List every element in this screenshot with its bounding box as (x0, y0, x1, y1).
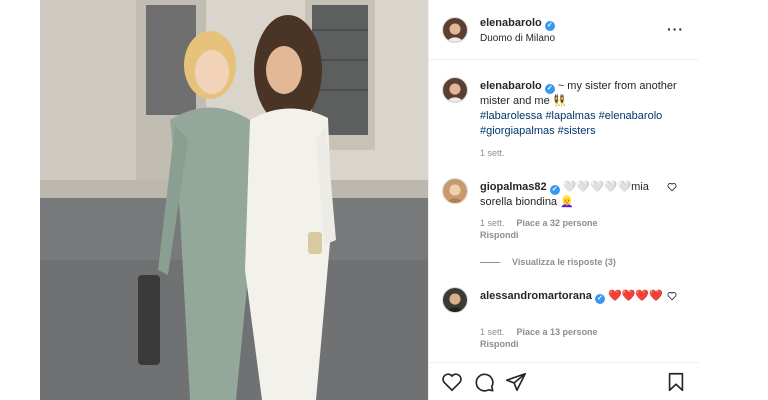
caption-text-block: elenabarolo ✓ ~ my sister from another mi… (480, 79, 685, 139)
comment-text-block: giopalmas82 ✓ 🤍🤍🤍🤍🤍mia sorella biondina 👱… (480, 180, 665, 210)
verified-badge-icon: ✓ (544, 84, 555, 94)
verified-badge-icon: ✓ (544, 21, 555, 31)
photo-illustration (40, 0, 428, 400)
author-username[interactable]: elenabarolo ✓ (480, 17, 555, 31)
view-replies-button[interactable]: Visualizza le risposte (3) (480, 257, 616, 267)
post-sidebar: elenabarolo ✓ Duomo di Milano ··· elenaba… (428, 0, 699, 400)
verified-badge-icon: ✓ (549, 185, 560, 195)
caption-author-avatar[interactable] (442, 77, 468, 103)
heart-icon[interactable] (441, 371, 463, 393)
post-photo[interactable] (40, 0, 428, 400)
caption-timestamp[interactable]: 1 sett. (480, 148, 505, 158)
commenter-username[interactable]: alessandromartorana ✓ (480, 290, 605, 304)
comment-icon[interactable] (473, 371, 495, 393)
comment-meta: 1 sett. Piace a 13 persone (480, 327, 610, 337)
bookmark-icon[interactable] (665, 371, 687, 393)
comment-likes[interactable]: Piace a 32 persone (517, 218, 598, 228)
divider-line (480, 262, 500, 264)
reply-button[interactable]: Rispondi (480, 339, 519, 349)
commenter-avatar[interactable] (442, 178, 468, 204)
more-options-icon[interactable]: ··· (667, 22, 684, 36)
like-comment-heart-icon[interactable] (667, 291, 677, 301)
caption-username[interactable]: elenabarolo ✓ (480, 80, 555, 94)
hashtag-link[interactable]: #sisters (558, 125, 596, 137)
verified-badge-icon: ✓ (594, 294, 605, 304)
comment-timestamp[interactable]: 1 sett. (480, 218, 505, 228)
post-location[interactable]: Duomo di Milano (480, 33, 555, 44)
hashtag-link[interactable]: #giorgiapalmas (480, 125, 555, 137)
share-icon[interactable] (505, 371, 527, 393)
hashtag-link[interactable]: #labarolessa (480, 110, 542, 122)
comment-meta: 1 sett. Piace a 32 persone (480, 218, 610, 228)
commenter-avatar[interactable] (442, 287, 468, 313)
author-avatar[interactable] (442, 17, 468, 43)
comment-likes[interactable]: Piace a 13 persone (517, 327, 598, 337)
commenter-username[interactable]: giopalmas82 ✓ (480, 181, 560, 195)
view-replies-label: Visualizza le risposte (3) (512, 257, 616, 267)
comment-text-block: alessandromartorana ✓ ❤️❤️❤️❤️ (480, 289, 665, 304)
hashtag-link[interactable]: #lapalmas (545, 110, 595, 122)
comment-body: ❤️❤️❤️❤️ (604, 290, 663, 302)
comment-timestamp[interactable]: 1 sett. (480, 327, 505, 337)
reply-button[interactable]: Rispondi (480, 230, 519, 240)
hashtag-link[interactable]: #elenabarolo (599, 110, 663, 122)
post-action-bar (429, 362, 699, 400)
like-comment-heart-icon[interactable] (667, 182, 677, 192)
post-header: elenabarolo ✓ Duomo di Milano ··· (429, 0, 698, 60)
